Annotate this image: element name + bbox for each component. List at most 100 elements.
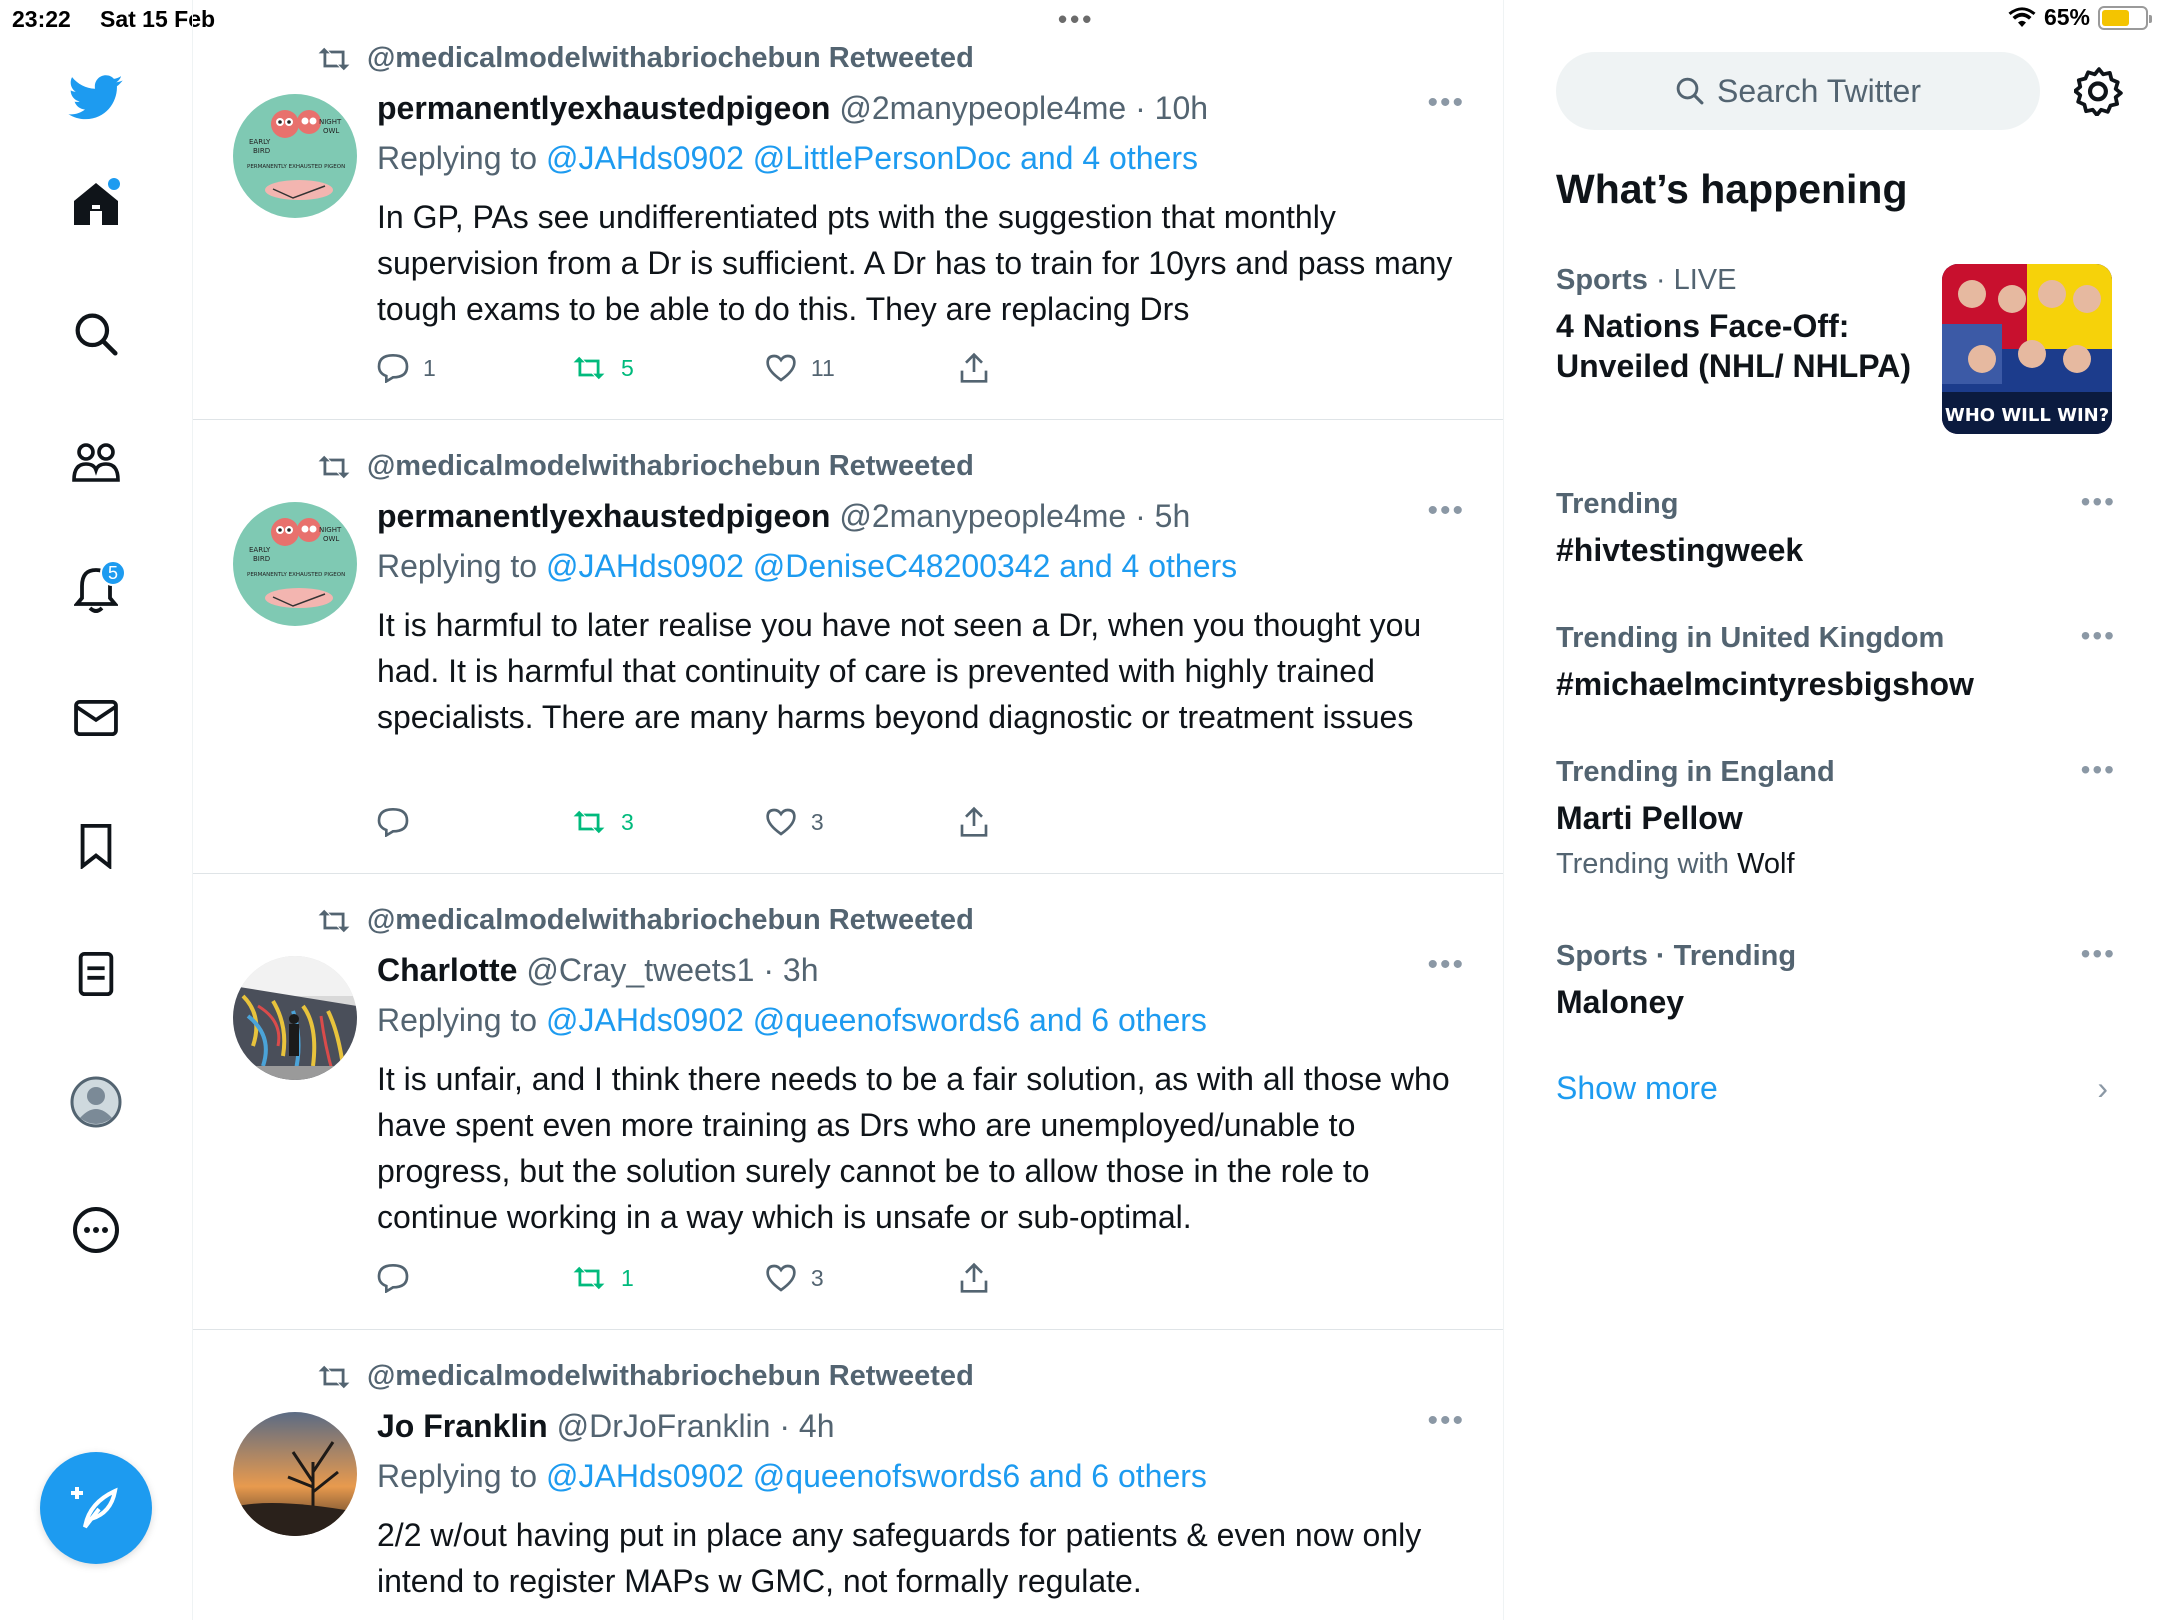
- compose-feather-icon: [71, 1487, 118, 1529]
- nav-profile[interactable]: [64, 1070, 128, 1134]
- tweet-author-name[interactable]: Charlotte: [377, 952, 517, 988]
- nav-explore[interactable]: [64, 302, 128, 366]
- like-count: 11: [810, 354, 835, 381]
- compose-tweet-button[interactable]: [40, 1452, 152, 1564]
- heart-icon: [766, 808, 796, 836]
- like-count: 3: [810, 1264, 824, 1291]
- tweet[interactable]: @medicalmodelwithabriochebun Retweeted J…: [193, 1330, 1503, 1620]
- profile-avatar-icon: [70, 1076, 122, 1128]
- trend-more-icon[interactable]: •••: [2081, 938, 2116, 970]
- trend-title: Marti Pellow: [1556, 800, 1743, 836]
- trend-item[interactable]: Trending #hivtestingweek •••: [1556, 486, 2116, 570]
- trend-title: Maloney: [1556, 984, 1685, 1020]
- reply-count: 1: [423, 354, 436, 381]
- svg-text:WHO WILL WIN?: WHO WILL WIN?: [1945, 405, 2109, 426]
- show-more-link[interactable]: Show more ›: [1556, 1070, 2116, 1107]
- retweet-button[interactable]: 3: [571, 806, 765, 838]
- right-sidebar: Search Twitter What’s happening Sports ·…: [1504, 0, 2160, 1620]
- trend-meta: Trending: [1556, 488, 1679, 520]
- retweet-count: 1: [620, 1264, 634, 1291]
- tweet-more-icon[interactable]: •••: [1427, 1404, 1465, 1438]
- reply-button[interactable]: [377, 806, 571, 838]
- tweet-avatar[interactable]: NIGHT OWL EARLY BIRD PERMANENTLY EXHAUST…: [233, 94, 357, 218]
- tweet-author-name[interactable]: permanentlyexhaustedpigeon: [377, 498, 830, 534]
- tweet-avatar[interactable]: [233, 1412, 357, 1536]
- whats-happening-heading: What’s happening: [1556, 166, 1908, 212]
- search-icon: [1676, 77, 1704, 105]
- tweet[interactable]: @medicalmodelwithabriochebun Retweeted N…: [193, 420, 1503, 874]
- tweet-avatar[interactable]: [233, 956, 357, 1080]
- trend-sub-value[interactable]: Wolf: [1737, 848, 1794, 880]
- reply-button[interactable]: [377, 1262, 571, 1294]
- tweet-text: In GP, PAs see undifferentiated pts with…: [377, 199, 1453, 327]
- tweet-more-icon[interactable]: •••: [1427, 494, 1465, 528]
- tweet-author-name[interactable]: permanentlyexhaustedpigeon: [377, 90, 830, 126]
- trend-status: LIVE: [1673, 264, 1737, 296]
- retweet-icon: [318, 909, 350, 932]
- trend-item[interactable]: Trending in United Kingdom #michaelmcint…: [1556, 620, 2116, 704]
- search-placeholder: Search Twitter: [1717, 72, 1921, 109]
- more-circle-icon: [73, 1207, 119, 1253]
- pigeon-avatar-image: NIGHT OWL EARLY BIRD PERMANENTLY EXHAUST…: [233, 94, 357, 218]
- tweet-author-handle[interactable]: @2manypeople4me · 5h: [839, 498, 1190, 534]
- share-button[interactable]: [959, 352, 1017, 384]
- retweet-button[interactable]: 5: [571, 352, 765, 384]
- nav-more[interactable]: [64, 1198, 128, 1262]
- tweet-more-icon[interactable]: •••: [1427, 86, 1465, 120]
- like-button[interactable]: 3: [765, 1262, 959, 1294]
- nav-communities[interactable]: [64, 430, 128, 494]
- share-button[interactable]: [959, 806, 1017, 838]
- bookmark-icon: [80, 823, 112, 869]
- svg-text:OWL: OWL: [323, 535, 339, 543]
- trend-more-icon[interactable]: •••: [2081, 486, 2116, 518]
- like-button[interactable]: 3: [765, 806, 959, 838]
- retweet-button[interactable]: 1: [571, 1262, 765, 1294]
- tweet-more-icon[interactable]: •••: [1427, 948, 1465, 982]
- share-button[interactable]: [959, 1262, 1017, 1294]
- replying-to-links[interactable]: @JAHds0902 @DeniseC48200342 and 4 others: [546, 548, 1237, 584]
- trend-meta: Sports · Trending: [1556, 940, 1797, 972]
- svg-text:PERMANENTLY EXHAUSTED PIGEON: PERMANENTLY EXHAUSTED PIGEON: [247, 164, 345, 170]
- trend-more-icon[interactable]: •••: [2081, 754, 2116, 786]
- trend-category: Sports: [1556, 264, 1648, 296]
- trend-item[interactable]: Sports · Trending Maloney •••: [1556, 938, 2116, 1022]
- reply-icon: [377, 353, 409, 383]
- search-input[interactable]: Search Twitter: [1556, 52, 2040, 130]
- tweet-author-handle[interactable]: @Cray_tweets1 · 3h: [526, 952, 818, 988]
- tweet-author-handle[interactable]: @DrJoFranklin · 4h: [557, 1408, 835, 1444]
- trend-item[interactable]: Trending in England Marti Pellow Trendin…: [1556, 754, 2116, 881]
- tweet-avatar[interactable]: NIGHT OWL EARLY BIRD PERMANENTLY EXHAUST…: [233, 502, 357, 626]
- nav-messages[interactable]: [64, 686, 128, 750]
- home-new-indicator: [108, 178, 120, 190]
- trend-thumbnail[interactable]: WHO WILL WIN?: [1942, 264, 2112, 434]
- nav-bookmarks[interactable]: [64, 814, 128, 878]
- tweet-author-handle[interactable]: @2manypeople4me · 10h: [839, 90, 1208, 126]
- svg-text:PERMANENTLY EXHAUSTED PIGEON: PERMANENTLY EXHAUSTED PIGEON: [247, 572, 345, 578]
- twitter-logo-icon[interactable]: [64, 66, 128, 130]
- replying-to-links[interactable]: @JAHds0902 @queenofswords6 and 6 others: [546, 1458, 1207, 1494]
- retweeted-by-label: @medicalmodelwithabriochebun Retweeted: [367, 42, 974, 74]
- settings-button[interactable]: [2073, 66, 2124, 117]
- replying-to-label: Replying to: [377, 548, 538, 584]
- nav-lists[interactable]: [64, 942, 128, 1006]
- replying-to-label: Replying to: [377, 140, 538, 176]
- reply-icon: [377, 807, 409, 837]
- tweet[interactable]: @medicalmodelwithabriochebun Retweeted N…: [193, 0, 1503, 420]
- nav-home[interactable]: [64, 172, 128, 236]
- retweet-icon: [573, 356, 605, 380]
- tweet-author-name[interactable]: Jo Franklin: [377, 1408, 548, 1444]
- replying-to-links[interactable]: @JAHds0902 @LittlePersonDoc and 4 others: [546, 140, 1198, 176]
- like-count: 3: [810, 808, 824, 835]
- like-button[interactable]: 11: [765, 352, 959, 384]
- trend-title: #michaelmcintyresbigshow: [1556, 666, 1974, 702]
- sunset-avatar-image: [233, 1412, 357, 1536]
- svg-text:OWL: OWL: [323, 127, 339, 135]
- heart-icon: [766, 354, 796, 382]
- reply-button[interactable]: 1: [377, 352, 571, 384]
- trend-item[interactable]: Sports · LIVE 4 Nations Face-Off: Unveil…: [1556, 262, 1936, 386]
- nav-notifications[interactable]: 5: [64, 558, 128, 622]
- tweet[interactable]: @medicalmodelwithabriochebun Retweeted C…: [193, 874, 1503, 1330]
- tweet-text: It is unfair, and I think there needs to…: [377, 1061, 1450, 1235]
- trend-more-icon[interactable]: •••: [2081, 620, 2116, 652]
- replying-to-links[interactable]: @JAHds0902 @queenofswords6 and 6 others: [546, 1002, 1207, 1038]
